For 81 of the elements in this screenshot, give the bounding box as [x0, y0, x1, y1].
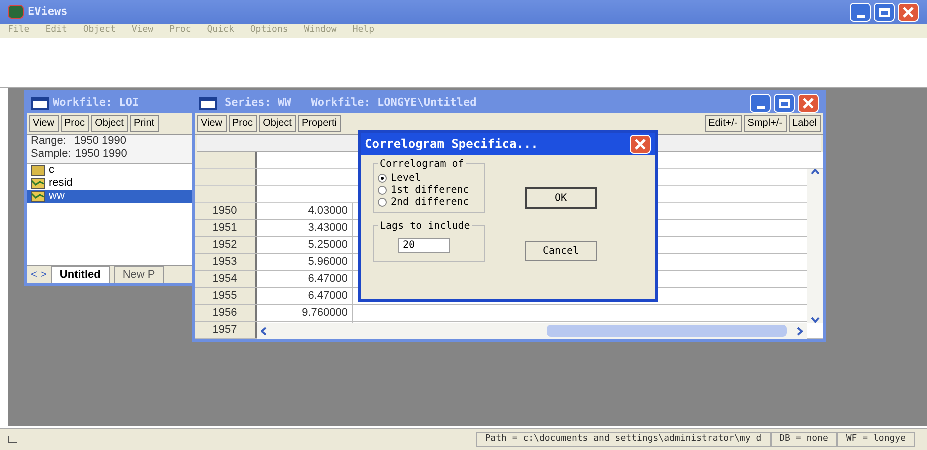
header-cell — [195, 186, 257, 202]
toolbar-button[interactable]: Proc — [228, 115, 258, 132]
window-title: Series: WW — [225, 94, 292, 111]
close-icon — [903, 6, 914, 18]
maximize-button[interactable] — [874, 2, 895, 22]
workfile-tab[interactable]: New P — [114, 266, 164, 283]
status-workfile: WF = longye — [837, 432, 915, 448]
group-label: Lags to include — [378, 219, 472, 234]
object-name: ww — [49, 189, 65, 204]
year-cell: 1951 — [195, 220, 257, 236]
app-icon — [8, 5, 24, 19]
radio-button[interactable] — [378, 174, 387, 182]
dialog-title: Correlogram Specifica... — [365, 136, 538, 153]
vertical-scrollbar[interactable] — [807, 169, 823, 323]
value-cell: 9.760000 — [257, 305, 353, 321]
year-cell: 1956 — [195, 305, 257, 321]
horizontal-scrollbar[interactable] — [257, 323, 807, 339]
header-cell — [195, 152, 257, 168]
object-name: resid — [49, 176, 73, 192]
value-cell: 4.03000 — [257, 203, 353, 219]
scroll-thumb[interactable] — [547, 325, 787, 337]
group-label: Correlogram of — [378, 157, 466, 172]
close-icon — [635, 138, 646, 150]
toolbar-button[interactable]: Object — [259, 115, 296, 132]
radio-label: 2nd differenc — [391, 196, 470, 210]
value-cell: 6.47000 — [257, 271, 353, 287]
series-icon — [31, 178, 45, 189]
close-icon — [803, 98, 814, 108]
sample-label: Sample: — [31, 148, 72, 161]
header-cell — [195, 169, 257, 185]
window-title: Workfile: LOI — [53, 94, 140, 111]
status-path: Path = c:\documents and settings\administrator\my d — [476, 432, 771, 448]
workfile-tab[interactable]: Untitled — [50, 266, 110, 283]
object-name: c — [49, 163, 54, 178]
value-cell: 3.43000 — [257, 220, 353, 236]
toolbar-button[interactable]: Object — [91, 115, 128, 132]
coefficient-icon — [31, 165, 45, 176]
ok-button[interactable]: OK — [525, 187, 597, 209]
year-cell: 1952 — [195, 237, 257, 253]
status-database: DB = none — [770, 432, 838, 448]
minimize-button[interactable] — [750, 94, 771, 112]
value-cell: 5.25000 — [257, 237, 353, 253]
year-cell: 1954 — [195, 271, 257, 287]
radio-button[interactable] — [378, 198, 387, 206]
toolbar-button[interactable]: View — [29, 115, 58, 132]
radio-label: Level — [391, 172, 422, 185]
maximize-button[interactable] — [774, 94, 795, 112]
window-icon — [199, 96, 217, 110]
value-cell: 6.47000 — [257, 288, 353, 304]
value-cell: 5.96000 — [257, 254, 353, 270]
lags-input-field[interactable]: 20 — [398, 238, 450, 253]
year-cell: 1950 — [195, 203, 257, 219]
close-button[interactable] — [798, 94, 819, 112]
window-subtitle: Workfile: LONGYE\Untitled — [311, 94, 477, 111]
close-button[interactable] — [898, 2, 919, 22]
toolbar-button[interactable]: View — [197, 115, 226, 132]
range-value: 1950 1990 — [74, 135, 126, 148]
toolbar-button[interactable]: Print — [130, 115, 159, 132]
series-icon — [31, 191, 45, 202]
year-cell: 1957 — [195, 322, 257, 338]
toolbar-button[interactable]: Edit+/- — [704, 115, 742, 132]
radio-button[interactable] — [378, 186, 387, 194]
app-title: EViews — [28, 4, 68, 20]
toolbar-button[interactable]: Properti — [298, 115, 341, 132]
radio-label: 1st differenc — [391, 184, 470, 197]
year-cell: 1955 — [195, 288, 257, 304]
cancel-button[interactable]: Cancel — [525, 241, 597, 261]
object-list-item[interactable]: resid — [27, 177, 193, 190]
year-cell: 1953 — [195, 254, 257, 270]
tab-scroll-arrows[interactable]: < > — [31, 266, 47, 283]
sample-value: 1950 1990 — [75, 148, 128, 161]
window-icon — [31, 96, 49, 110]
resize-corner-icon — [8, 436, 18, 444]
range-label: Range: — [31, 135, 66, 148]
toolbar-button[interactable]: Smpl+/- — [744, 115, 787, 132]
toolbar-button[interactable]: Label — [788, 115, 821, 132]
close-button[interactable] — [630, 134, 651, 154]
object-list-item[interactable]: ww — [27, 190, 193, 203]
object-list-item[interactable]: c — [27, 164, 193, 177]
toolbar-button[interactable]: Proc — [60, 115, 90, 132]
minimize-button[interactable] — [850, 2, 871, 22]
